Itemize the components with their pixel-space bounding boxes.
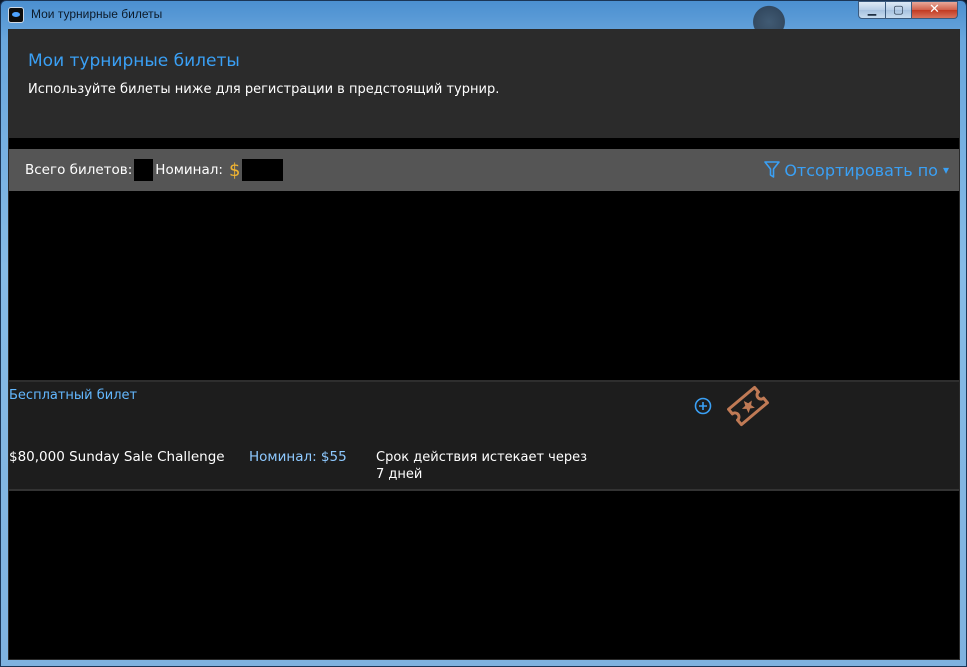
close-button[interactable]: ✕ xyxy=(912,1,958,19)
ticket-expiry-line1: Срок действия истекает через xyxy=(376,450,588,465)
add-circle-icon[interactable] xyxy=(694,397,712,415)
client-area: Мои турнирные билеты Используйте билеты … xyxy=(8,29,960,660)
ticket-expiry-line2: 7 дней xyxy=(376,467,423,482)
filter-icon xyxy=(764,161,781,178)
nominal-label: Номинал: xyxy=(155,162,223,178)
page-subtitle: Используйте билеты ниже для регистрации … xyxy=(28,82,500,97)
total-tickets-value-redacted xyxy=(134,159,154,181)
sort-label: Отсортировать по xyxy=(784,160,938,180)
page-title: Мои турнирные билеты xyxy=(28,51,240,71)
summary-bar: Всего билетов: Номинал: $ Отсортировать … xyxy=(9,149,959,191)
ticket-card[interactable]: Бесплатный билет $80,000 Sunday Sale Cha… xyxy=(9,380,959,491)
ticket-type: Бесплатный билет xyxy=(9,388,138,403)
background-avatar xyxy=(749,5,789,29)
app-window: Мои турнирные билеты ▁ ▢ ✕ Мои турнирные… xyxy=(0,0,967,667)
total-tickets-label: Всего билетов: xyxy=(25,162,133,178)
maximize-button[interactable]: ▢ xyxy=(886,1,912,19)
summary-info: Всего билетов: Номинал: $ xyxy=(25,149,284,191)
sort-button[interactable]: Отсортировать по ▾ xyxy=(764,149,949,191)
ticket-nominal: Номинал: $55 xyxy=(249,449,347,465)
nominal-value-redacted xyxy=(242,159,284,181)
window-title: Мои турнирные билеты xyxy=(31,7,163,21)
minimize-button[interactable]: ▁ xyxy=(858,1,886,19)
ticket-tournament-name: $80,000 Sunday Sale Challenge xyxy=(9,449,225,465)
title-bar[interactable]: Мои турнирные билеты ▁ ▢ ✕ xyxy=(1,1,966,29)
app-logo-icon xyxy=(8,7,24,23)
page-header: Мои турнирные билеты Используйте билеты … xyxy=(9,30,959,138)
ticket-expiry: Срок действия истекает через 7 дней xyxy=(376,449,616,483)
ticket-star-icon xyxy=(727,385,769,427)
window-controls: ▁ ▢ ✕ xyxy=(858,1,958,19)
currency-symbol: $ xyxy=(228,159,241,181)
chevron-down-icon: ▾ xyxy=(942,163,949,177)
